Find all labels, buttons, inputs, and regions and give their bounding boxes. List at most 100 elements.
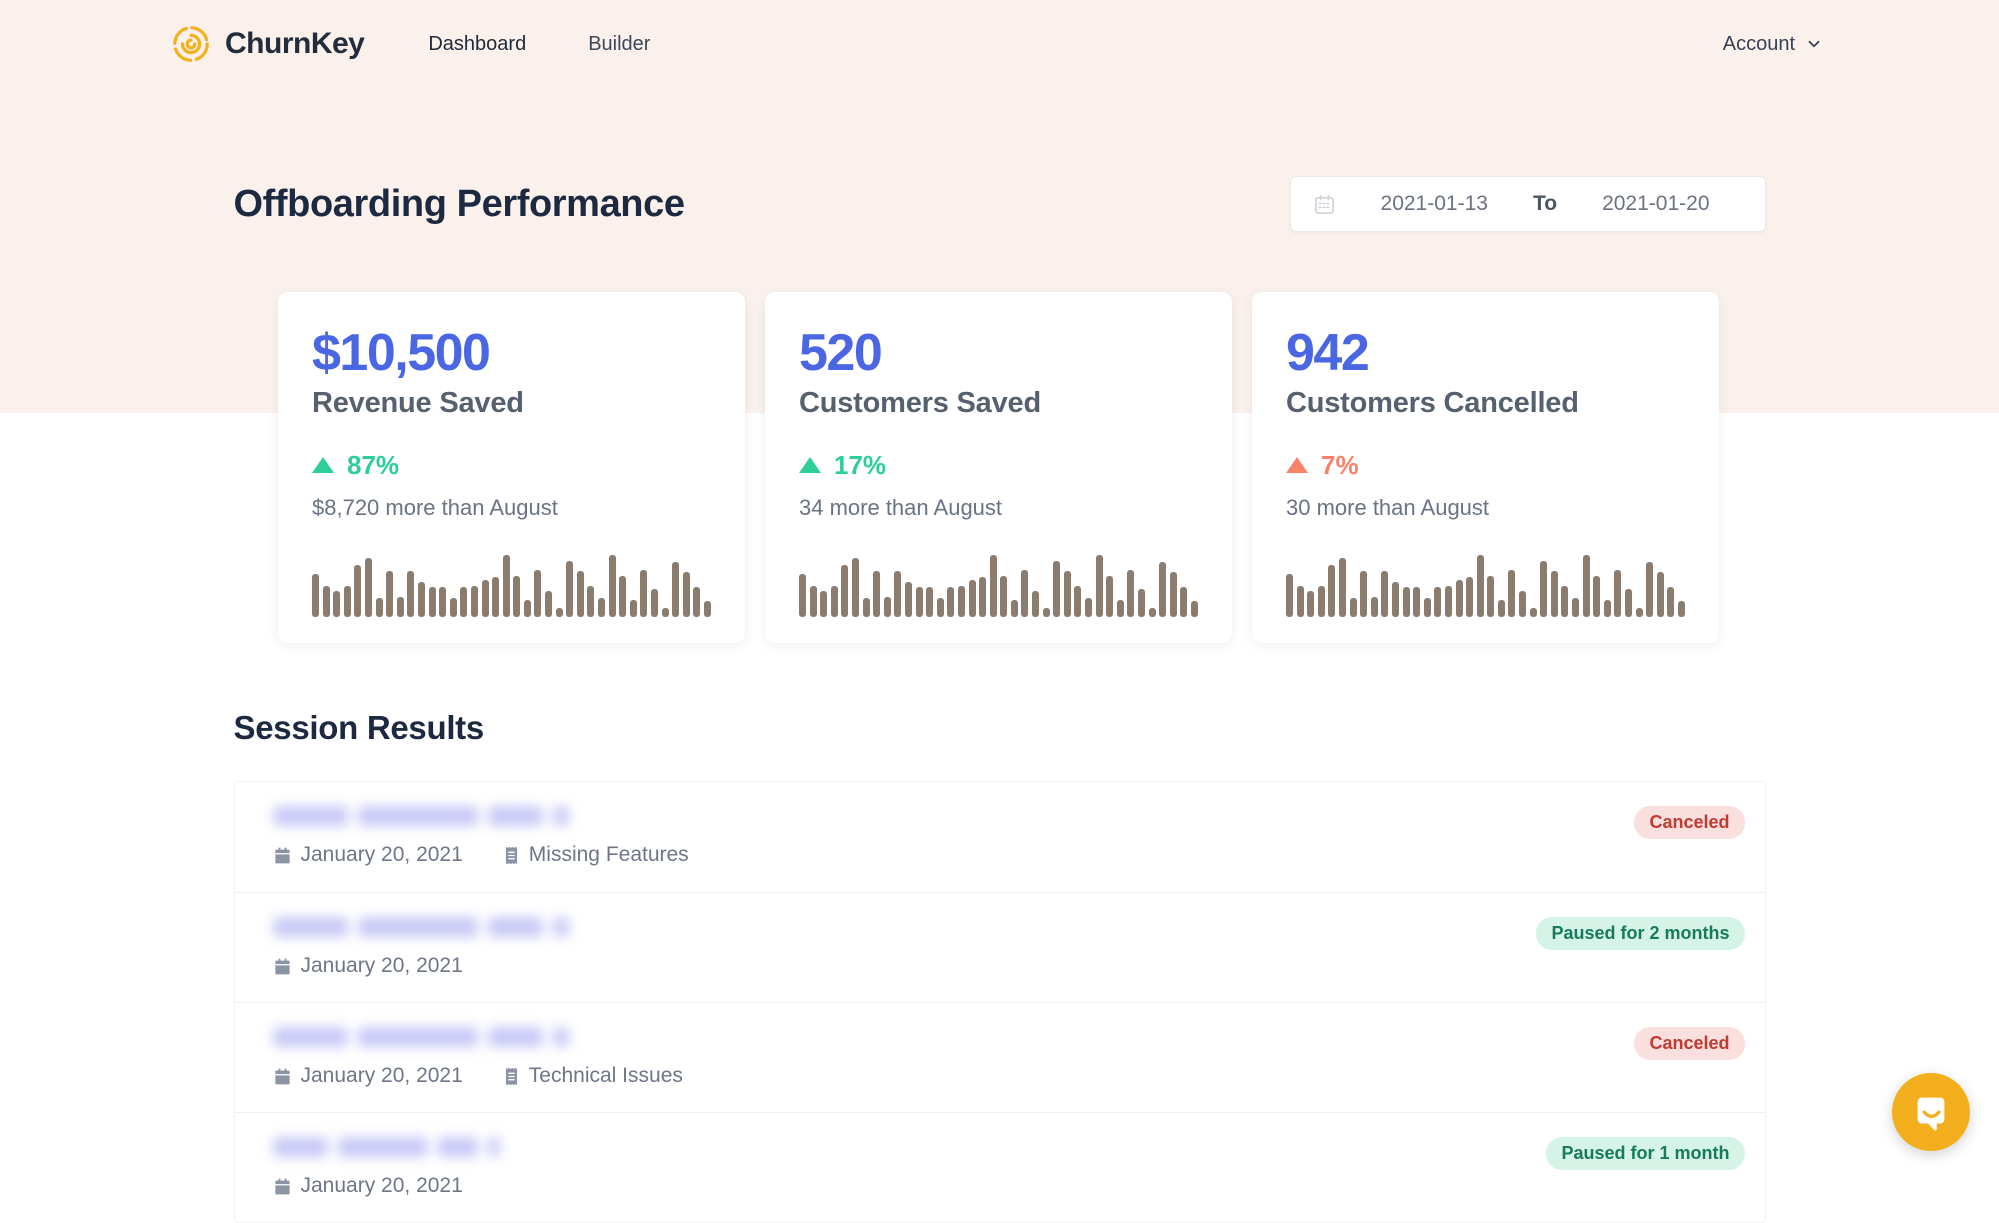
account-label: Account [1723, 33, 1795, 56]
sparkline-bar [884, 597, 891, 617]
chevron-down-icon [1805, 35, 1823, 53]
sparkline-bar [1561, 586, 1568, 617]
session-row[interactable]: January 20, 2021 Paused for 2 months [235, 892, 1765, 1002]
date-range-picker[interactable]: 2021-01-13 To 2021-01-20 [1290, 176, 1766, 232]
sparkline-bar [365, 558, 372, 617]
sparkline-bar [1149, 608, 1156, 617]
sparkline-bar [1657, 572, 1664, 617]
stat-delta: 87% [312, 450, 711, 481]
sparkline-bar [799, 574, 806, 617]
sparkline-bar [704, 601, 711, 617]
session-date-text: January 20, 2021 [301, 954, 463, 978]
stat-comparison: 34 more than August [799, 495, 1198, 521]
sparkline-bar [1445, 586, 1452, 617]
sparkline-bar [566, 561, 573, 617]
sparkline-bar [1043, 608, 1050, 617]
sparkline-bar [439, 587, 446, 617]
receipt-icon [503, 846, 520, 865]
date-start-input[interactable]: 2021-01-13 [1336, 192, 1533, 216]
sparkline-bar [1021, 570, 1028, 617]
brand-logo-link[interactable]: ChurnKey [170, 23, 364, 65]
session-row-meta: January 20, 2021 [273, 954, 1745, 978]
calendar-icon [273, 957, 292, 976]
page-title: Offboarding Performance [234, 183, 685, 226]
session-link-redacted[interactable] [273, 1027, 569, 1047]
sparkline-bar [693, 587, 700, 617]
sparkline-bar [1636, 608, 1643, 617]
stat-label: Customers Saved [799, 387, 1198, 420]
sparkline-bar [545, 591, 552, 617]
session-link-redacted[interactable] [273, 917, 569, 937]
sparkline-bar [619, 576, 626, 617]
sparkline-bar [1456, 580, 1463, 617]
sparkline-bar [471, 586, 478, 617]
sparkline-bar [1434, 587, 1441, 617]
chat-launcher-button[interactable] [1892, 1073, 1970, 1151]
redacted-text-blob [273, 806, 348, 826]
sparkline-bar [1318, 586, 1325, 617]
session-date: January 20, 2021 [273, 1174, 463, 1198]
sparkline-bar [333, 591, 340, 617]
sparkline-bar [1191, 601, 1198, 617]
churnkey-logo-icon [170, 23, 212, 65]
calendar-icon [273, 1067, 292, 1086]
stat-value: $10,500 [312, 326, 711, 381]
status-badge: Paused for 1 month [1546, 1137, 1744, 1170]
session-link-redacted[interactable] [273, 1137, 500, 1157]
redacted-text-blob [488, 806, 543, 826]
top-navbar: ChurnKey Dashboard Builder Account [0, 0, 1999, 88]
sparkline-bar [1498, 600, 1505, 617]
section-title-session-results: Session Results [234, 709, 1766, 747]
stat-cards-row: $10,500 Revenue Saved 87% $8,720 more th… [278, 292, 1721, 643]
sparkline-bar [979, 577, 986, 617]
redacted-text-blob [553, 917, 569, 937]
session-row-meta: January 20, 2021 Missing Features [273, 843, 1745, 867]
sparkline-bar [1339, 558, 1346, 617]
sparkline-bar [1466, 577, 1473, 617]
sparkline-bar [947, 587, 954, 617]
session-date: January 20, 2021 [273, 843, 463, 867]
sparkline-bar [418, 582, 425, 617]
redacted-text-blob [358, 917, 478, 937]
sparkline-bar [863, 598, 870, 617]
sparkline-bar [1646, 562, 1653, 617]
sparkline-bar [1678, 601, 1685, 617]
brand-name: ChurnKey [225, 27, 364, 61]
account-menu-button[interactable]: Account [1723, 33, 1823, 56]
status-badge: Paused for 2 months [1536, 917, 1744, 950]
date-range-separator: To [1533, 192, 1557, 216]
sparkline-bar [534, 570, 541, 617]
nav-item-dashboard[interactable]: Dashboard [428, 33, 526, 56]
sparkline-bar [1625, 589, 1632, 617]
sparkline-bar [1551, 571, 1558, 617]
sparkline-bar [1392, 582, 1399, 617]
date-end-input[interactable]: 2021-01-20 [1557, 192, 1754, 216]
sparkline-bar [990, 555, 997, 617]
sparkline-bar [1117, 600, 1124, 617]
session-row-meta: January 20, 2021 [273, 1174, 1745, 1198]
sparkline-bar [1328, 565, 1335, 617]
receipt-icon [503, 1067, 520, 1086]
sparkline-bar [1106, 576, 1113, 617]
nav-item-builder[interactable]: Builder [588, 33, 650, 56]
session-row[interactable]: January 20, 2021 Technical Issues Cancel… [235, 1002, 1765, 1112]
redacted-text-blob [553, 1027, 569, 1047]
session-link-redacted[interactable] [273, 806, 569, 826]
sparkline-bar [1074, 586, 1081, 617]
session-row[interactable]: January 20, 2021 Paused for 1 month [235, 1112, 1765, 1222]
sparkline-bar [958, 586, 965, 617]
sparkline-bar [450, 598, 457, 617]
sparkline-bar [662, 608, 669, 617]
sparkline-bar [1064, 571, 1071, 617]
main-nav: Dashboard Builder [428, 33, 650, 56]
stat-delta-percent: 7% [1321, 450, 1359, 481]
redacted-text-blob [358, 806, 478, 826]
sparkline-bar [1614, 570, 1621, 617]
sparkline-bar [1032, 591, 1039, 617]
stat-value: 942 [1286, 326, 1685, 381]
stat-comparison: 30 more than August [1286, 495, 1685, 521]
session-row[interactable]: January 20, 2021 Missing Features Cancel… [235, 782, 1765, 892]
sparkline-bar [1604, 600, 1611, 617]
sparkline-bar [916, 587, 923, 617]
sparkline-bar [1127, 570, 1134, 617]
